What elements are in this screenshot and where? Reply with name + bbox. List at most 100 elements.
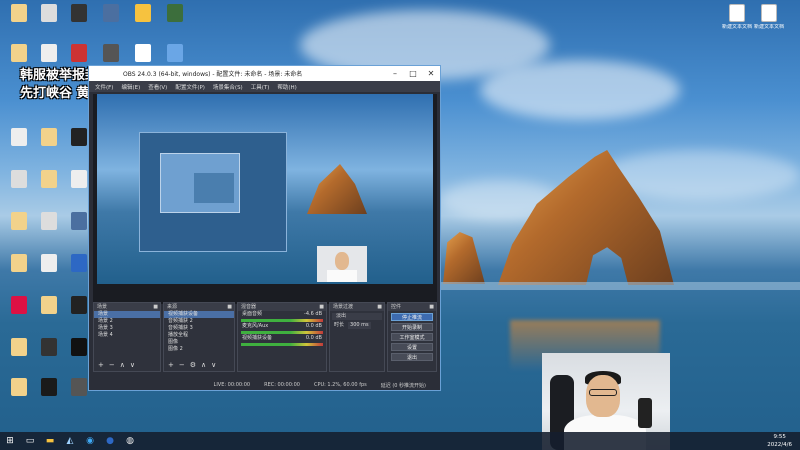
- gear-icon[interactable]: ⚙: [190, 361, 196, 369]
- remove-icon[interactable]: −: [179, 361, 185, 369]
- desktop-icon[interactable]: [34, 4, 64, 38]
- obs-icon[interactable]: ◍: [120, 432, 140, 450]
- volume-meter: [241, 331, 323, 334]
- edge-icon[interactable]: ◉: [80, 432, 100, 450]
- down-icon[interactable]: ∨: [130, 361, 135, 369]
- transition-duration: 时长 300 ms: [334, 322, 371, 329]
- window-title: OBS 24.0.3 (64-bit, windows) - 配置文件: 未命名…: [123, 71, 303, 78]
- document-icon: [729, 4, 745, 22]
- pin-icon[interactable]: ■: [227, 303, 232, 311]
- windows-start-icon[interactable]: ⊞: [0, 432, 20, 450]
- remove-icon[interactable]: −: [109, 361, 115, 369]
- obs-status-bar: LIVE: 00:00:00 REC: 00:00:00 CPU: 1.2%, …: [89, 380, 440, 390]
- desktop-icon[interactable]: [34, 338, 64, 372]
- pin-icon[interactable]: ■: [429, 303, 434, 311]
- live-time: LIVE: 00:00:00: [213, 382, 251, 388]
- obs-title-bar[interactable]: OBS 24.0.3 (64-bit, windows) - 配置文件: 未命名…: [89, 66, 440, 81]
- duration-input[interactable]: 300 ms: [348, 322, 371, 329]
- mixer-channel: 麦克风/Aux 0.0 dB: [242, 323, 322, 329]
- menu-view[interactable]: 查看(V): [148, 83, 167, 91]
- desktop-icon-text-file[interactable]: 新建文本文档 (4): [722, 4, 752, 38]
- desktop-icon[interactable]: [96, 4, 126, 38]
- transition-select[interactable]: 淡出: [332, 313, 382, 320]
- up-icon[interactable]: ∧: [120, 361, 125, 369]
- task-view-icon[interactable]: ▭: [20, 432, 40, 450]
- transitions-dock: 场景过渡 ■ 淡出 时长 300 ms: [329, 302, 385, 372]
- start-recording-button[interactable]: 开始录制: [391, 323, 433, 331]
- preview-webcam: [317, 246, 367, 282]
- scene-item[interactable]: 场景: [94, 311, 160, 318]
- source-item[interactable]: 音频捕获 3: [164, 325, 234, 332]
- nested-preview: [139, 132, 287, 252]
- menu-file[interactable]: 文件(F): [95, 83, 113, 91]
- browser-icon[interactable]: ●: [100, 432, 120, 450]
- volume-meter: [241, 343, 323, 346]
- rec-time: REC: 00:00:00: [264, 382, 300, 388]
- source-item[interactable]: 播放全程: [164, 332, 234, 339]
- obs-docks: 场景 ■ 场景 场景 2 场景 3 场景 4 + − ∧ ∨ 来源 ■ 视频捕获设备 音频…: [93, 302, 437, 372]
- mixer-channel: 视频捕获设备 0.0 dB: [242, 335, 322, 341]
- desktop-icon[interactable]: [4, 128, 34, 162]
- minimize-icon[interactable]: –: [386, 69, 404, 78]
- mixer-channel: 桌面音频 -4.6 dB: [242, 311, 322, 317]
- mixer-dock: 混音器 ■ 桌面音频 -4.6 dB 麦克风/Aux 0.0 dB 视频捕获设备 0.0…: [237, 302, 327, 372]
- desktop-icon[interactable]: [34, 170, 64, 204]
- stop-streaming-button[interactable]: 停止推流: [391, 313, 433, 321]
- controls-dock: 控件 ■ 停止推流 开始录制 工作室模式 设置 退出: [387, 302, 437, 372]
- scene-item[interactable]: 场景 2: [94, 318, 160, 325]
- pin-icon[interactable]: ■: [153, 303, 158, 311]
- desktop-icon[interactable]: [4, 296, 34, 330]
- desktop-icon[interactable]: [34, 212, 64, 246]
- pin-icon[interactable]: ■: [377, 303, 382, 311]
- down-icon[interactable]: ∨: [211, 361, 216, 369]
- preview-canvas: [97, 94, 433, 284]
- up-icon[interactable]: ∧: [201, 361, 206, 369]
- sources-dock: 来源 ■ 视频捕获设备 音频捕获 2 音频捕获 3 播放全程 图像 图像 2 + −…: [163, 302, 235, 372]
- volume-meter: [241, 319, 323, 322]
- desktop-icon[interactable]: [4, 4, 34, 38]
- add-icon[interactable]: +: [98, 361, 104, 369]
- menu-help[interactable]: 帮助(H): [277, 83, 296, 91]
- desktop-icon[interactable]: [160, 4, 190, 38]
- maximize-icon[interactable]: □: [404, 69, 422, 78]
- menu-tools[interactable]: 工具(T): [251, 83, 270, 91]
- obs-window[interactable]: OBS 24.0.3 (64-bit, windows) - 配置文件: 未命名…: [88, 65, 441, 391]
- menu-profile[interactable]: 配置文件(P): [175, 83, 205, 91]
- studio-mode-button[interactable]: 工作室模式: [391, 333, 433, 341]
- taskbar: ⊞ ▭ ▬ ◭ ◉ ● ◍ 9:55 2022/4/6: [0, 432, 800, 450]
- scene-item[interactable]: 场景 4: [94, 332, 160, 339]
- cpu-status: CPU: 1.2%, 60.00 fps: [313, 382, 367, 388]
- source-item[interactable]: 图像: [164, 339, 234, 346]
- desktop-icon[interactable]: [4, 338, 34, 372]
- desktop-icon[interactable]: [4, 378, 34, 412]
- exit-button[interactable]: 退出: [391, 353, 433, 361]
- desktop-icon-text-file[interactable]: 新建文本文档 (5): [754, 4, 784, 38]
- source-item[interactable]: 图像 2: [164, 346, 234, 353]
- menu-edit[interactable]: 编辑(E): [121, 83, 140, 91]
- desktop-icon[interactable]: [34, 254, 64, 288]
- source-item[interactable]: 视频捕获设备: [164, 311, 234, 318]
- desktop-icon[interactable]: [34, 378, 64, 412]
- menu-scene-collection[interactable]: 场景集合(S): [213, 83, 243, 91]
- system-clock[interactable]: 9:55 2022/4/6: [767, 433, 792, 449]
- desktop-icon[interactable]: [34, 296, 64, 330]
- close-icon[interactable]: ✕: [422, 69, 440, 78]
- desktop-icon[interactable]: [4, 254, 34, 288]
- desktop-icon[interactable]: [4, 170, 34, 204]
- scenes-dock: 场景 ■ 场景 场景 2 场景 3 场景 4 + − ∧ ∨: [93, 302, 161, 372]
- desktop-icon[interactable]: [34, 128, 64, 162]
- desktop-icon[interactable]: [128, 4, 158, 38]
- obs-preview[interactable]: [93, 94, 437, 304]
- document-icon: [761, 4, 777, 22]
- desktop-icon[interactable]: [64, 4, 94, 38]
- stream-delay: 延迟 (0 秒推流开始): [380, 382, 426, 389]
- scene-item[interactable]: 场景 3: [94, 325, 160, 332]
- settings-button[interactable]: 设置: [391, 343, 433, 351]
- file-explorer-icon[interactable]: ▬: [40, 432, 60, 450]
- pin-icon[interactable]: ■: [319, 303, 324, 311]
- small-rock: [443, 232, 485, 284]
- add-icon[interactable]: +: [168, 361, 174, 369]
- app-icon[interactable]: ◭: [60, 432, 80, 450]
- desktop-icon[interactable]: [4, 212, 34, 246]
- source-item[interactable]: 音频捕获 2: [164, 318, 234, 325]
